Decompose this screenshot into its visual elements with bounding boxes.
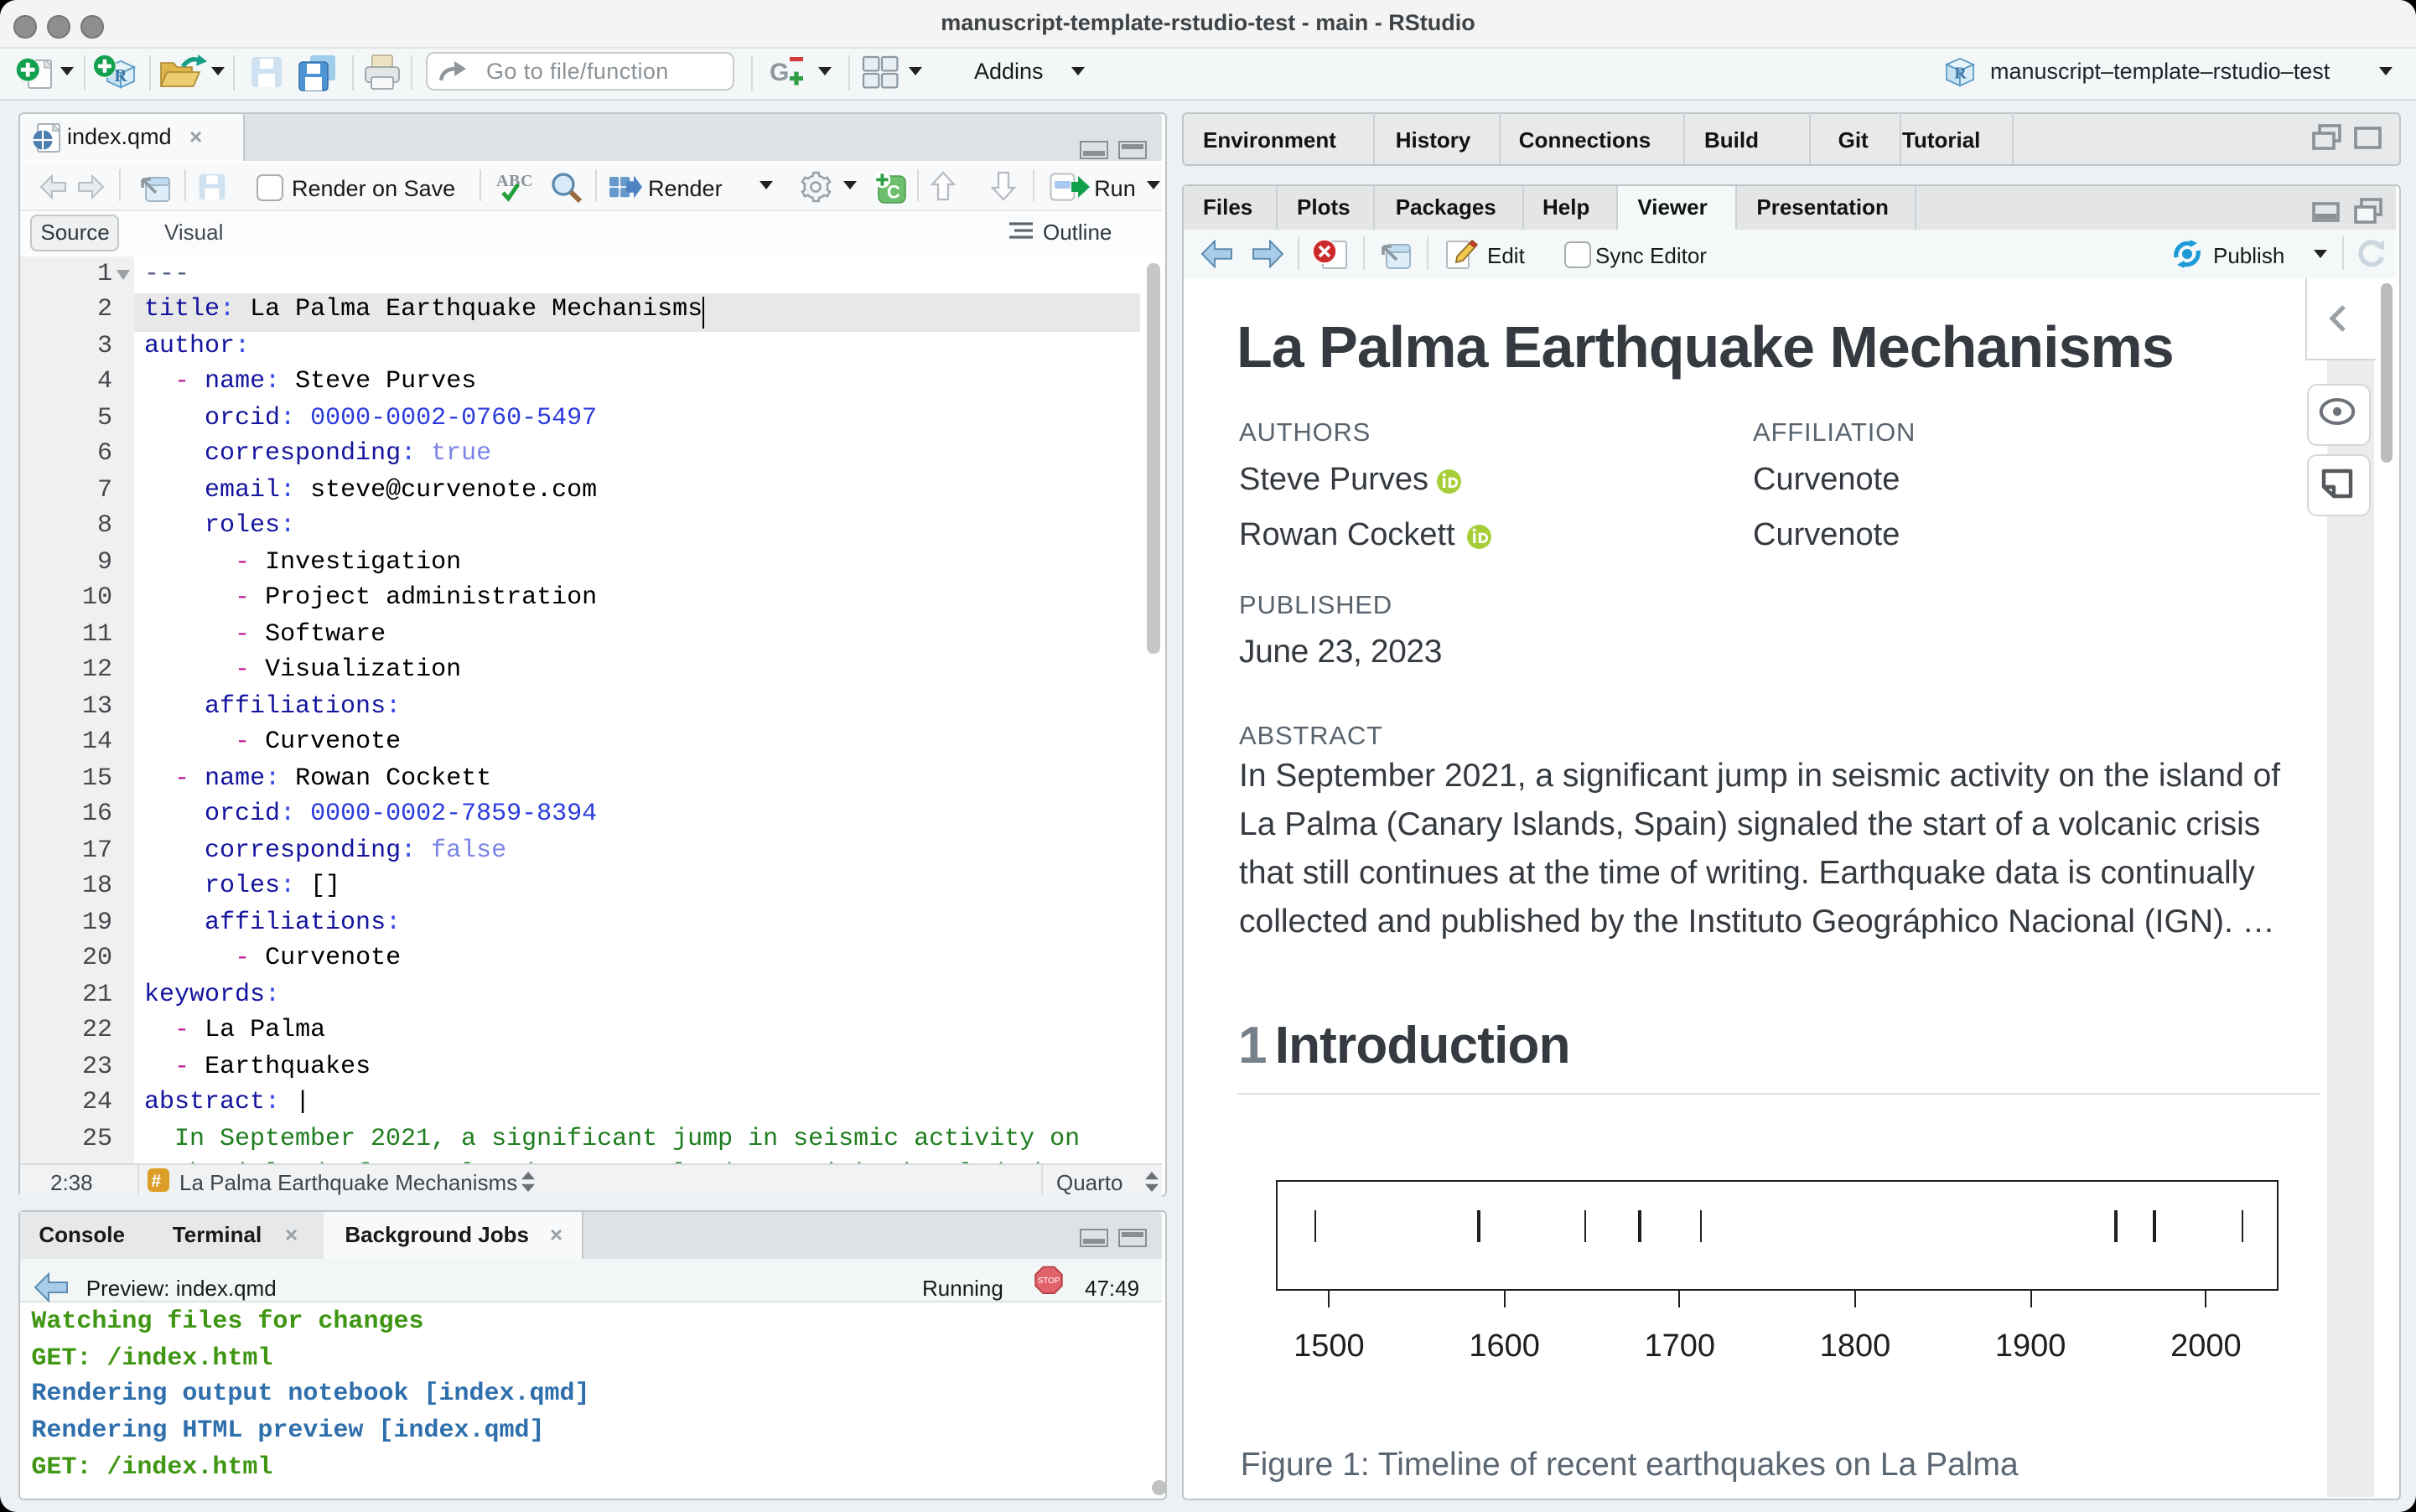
svg-text:R: R xyxy=(114,65,127,85)
svg-text:STOP: STOP xyxy=(1037,1276,1060,1286)
svg-text:G: G xyxy=(770,59,789,86)
svg-text:C: C xyxy=(887,180,900,201)
svg-text:R: R xyxy=(1954,65,1967,83)
